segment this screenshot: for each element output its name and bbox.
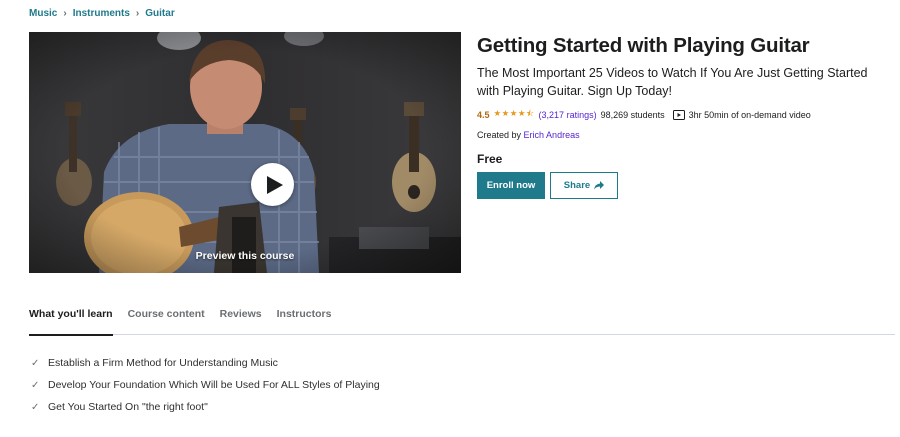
tab-course-content[interactable]: Course content [128,303,205,335]
list-item: ✓ Establish a Firm Method for Understand… [31,352,380,374]
learn-item-text: Develop Your Foundation Which Will be Us… [48,379,380,391]
breadcrumb: Music › Instruments › Guitar [29,8,175,19]
share-label: Share [563,180,591,191]
check-icon: ✓ [31,401,40,413]
course-actions: Enroll now Share [477,172,887,199]
tab-instructors[interactable]: Instructors [277,303,332,335]
video-length: 3hr 50min of on-demand video [688,110,811,120]
tab-what-youll-learn[interactable]: What you'll learn [29,303,113,336]
list-item: ✓ Get You Started On "the right foot" [31,396,380,418]
learn-item-text: Get You Started On "the right foot" [48,401,208,413]
chevron-right-icon: › [63,7,67,19]
students-count: 98,269 students [600,110,665,120]
breadcrumb-instruments[interactable]: Instruments [73,8,130,19]
video-icon [672,110,685,120]
share-button[interactable]: Share [550,172,618,199]
created-by: Created by Erich Andreas [477,130,887,140]
check-icon: ✓ [31,357,40,369]
course-info: Getting Started with Playing Guitar The … [477,33,887,199]
course-preview-video[interactable]: Preview this course [29,32,461,273]
check-icon: ✓ [31,379,40,391]
chevron-right-icon: › [135,7,140,19]
course-tabs: What you'll learn Course content Reviews… [29,303,895,336]
tab-reviews[interactable]: Reviews [220,303,262,335]
course-meta: 4.5 ★★★★⯪ (3,217 ratings) 98,269 student… [477,108,887,122]
course-title: Getting Started with Playing Guitar [477,34,810,57]
breadcrumb-guitar[interactable]: Guitar [145,8,174,19]
list-item: ✓ Develop Your Foundation Which Will be … [31,374,380,396]
preview-thumbnail-image [29,32,461,273]
enroll-now-button[interactable]: Enroll now [477,172,545,199]
rating-value: 4.5 [477,110,490,120]
share-arrow-icon [594,181,605,190]
learn-list: ✓ Establish a Firm Method for Understand… [31,352,380,418]
created-by-label: Created by [477,130,522,140]
breadcrumb-music[interactable]: Music [29,8,57,19]
course-price: Free [477,152,503,166]
star-rating-icon: ★★★★⯪ [493,108,535,118]
ratings-count-link[interactable]: (3,217 ratings) [539,110,597,120]
play-button[interactable] [251,163,294,206]
preview-label[interactable]: Preview this course [29,250,461,262]
author-link[interactable]: Erich Andreas [524,130,580,140]
course-subtitle: The Most Important 25 Videos to Watch If… [477,66,868,98]
learn-item-text: Establish a Firm Method for Understandin… [48,357,278,369]
play-icon [266,175,283,194]
